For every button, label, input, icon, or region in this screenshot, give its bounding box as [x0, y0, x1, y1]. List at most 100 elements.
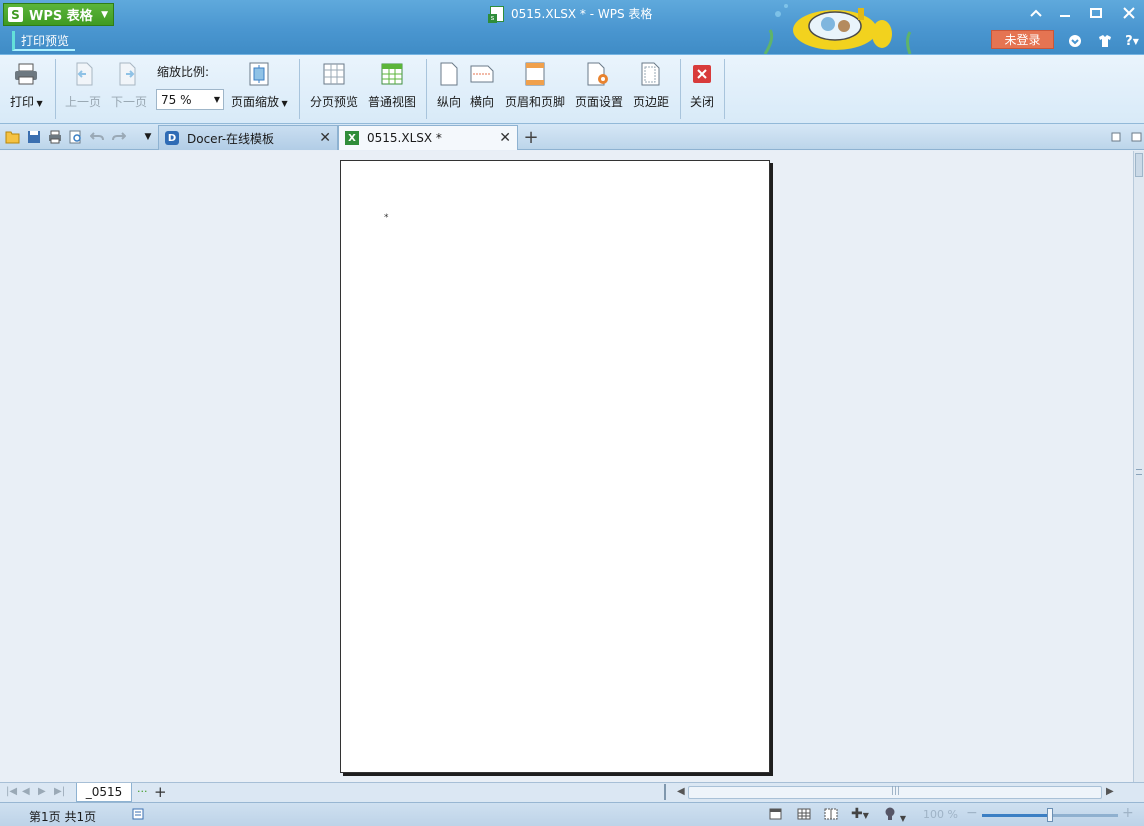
page-break-preview-label: 分页预览 — [310, 95, 359, 109]
more-sheets-icon[interactable]: ··· — [137, 785, 148, 798]
feedback-button[interactable] — [1065, 32, 1085, 50]
title-bar: S WPS 表格 ▼ 打印预览 0515.XLSX * - WPS 表格 未登录 — [0, 0, 1144, 54]
shield-down-icon — [1069, 35, 1081, 47]
portrait-page-icon — [437, 61, 461, 87]
close-preview-button[interactable]: 关闭 — [690, 61, 714, 110]
prev-page-button[interactable]: 上一页 — [65, 61, 101, 110]
close-red-icon — [690, 61, 714, 87]
normal-view-icon — [769, 808, 782, 820]
sheet-tab-bar: |◀ ◀ ▶ ▶| _0515 ··· + ◀ ||| ▶ — [0, 782, 1144, 802]
page-setup-icon — [587, 61, 611, 87]
print-preview-ribbon: 打印 ▼ 上一页 下一页 缩放比例: 75 % ▼ 页面缩放 ▼ 分页预览 普通… — [0, 54, 1144, 124]
minimize-button[interactable] — [1054, 4, 1076, 22]
page-layout-status-button[interactable] — [797, 808, 811, 823]
first-sheet-button[interactable]: |◀ — [6, 786, 17, 797]
sheet-tab-0515[interactable]: _0515 — [76, 783, 132, 802]
tab-docer-templates[interactable]: D Docer-在线模板 ✕ — [158, 125, 338, 150]
page-zoom-button[interactable]: 页面缩放 ▼ — [231, 61, 288, 110]
page-break-preview-icon — [322, 61, 346, 87]
undo-icon — [90, 132, 104, 141]
add-sheet-button[interactable]: + — [154, 783, 167, 801]
print-button[interactable]: 打印 ▼ — [10, 61, 43, 110]
app-menu-button[interactable]: S WPS 表格 ▼ — [3, 3, 114, 26]
help-button[interactable]: ? ▼ — [1122, 32, 1142, 50]
lightbulb-icon — [885, 807, 895, 820]
maximize-icon — [1090, 8, 1102, 18]
close-window-button[interactable] — [1118, 4, 1140, 22]
caret-down-icon: ▼ — [899, 814, 906, 823]
window-icon — [1111, 132, 1121, 142]
quick-access-dropdown[interactable]: ▼ — [140, 129, 156, 145]
normal-view-icon — [380, 61, 404, 87]
document-tab-bar: ▼ D Docer-在线模板 ✕ X 0515.XLSX * ✕ + — [0, 124, 1144, 150]
save-button[interactable] — [26, 129, 42, 145]
page-setup-button[interactable]: 页面设置 — [575, 61, 623, 110]
caret-down-icon: ▼ — [279, 99, 288, 108]
caret-down-icon: ▼ — [213, 95, 221, 104]
last-sheet-button[interactable]: ▶| — [54, 786, 65, 797]
printer-icon — [49, 130, 61, 144]
horizontal-scrollbar[interactable]: ||| — [688, 786, 1102, 799]
undo-button[interactable] — [89, 129, 105, 145]
restore-tab-button[interactable] — [1108, 129, 1124, 145]
quick-print-button[interactable] — [47, 129, 63, 145]
printer-icon — [14, 61, 38, 87]
new-tab-button[interactable]: + — [523, 126, 539, 148]
tab-label: 0515.XLSX * — [367, 131, 442, 145]
portrait-button[interactable]: 纵向 — [437, 61, 461, 110]
login-button[interactable]: 未登录 — [991, 30, 1054, 49]
zoom-ratio-select[interactable]: 75 % ▼ — [156, 89, 224, 110]
window-icon — [1131, 132, 1142, 142]
print-preview-icon — [69, 130, 81, 144]
next-sheet-button[interactable]: ▶ — [38, 786, 46, 797]
header-footer-button[interactable]: 页眉和页脚 — [505, 61, 565, 110]
document-status-button[interactable] — [132, 808, 144, 823]
margins-button[interactable]: 页边距 — [633, 61, 669, 110]
portrait-label: 纵向 — [437, 95, 462, 109]
close-tab-icon[interactable]: ✕ — [499, 130, 511, 146]
normal-view-status-button[interactable] — [769, 808, 782, 823]
open-button[interactable] — [5, 129, 21, 145]
scroll-right-button[interactable]: ▶ — [1106, 786, 1114, 797]
minus-icon: − — [966, 805, 978, 821]
zoom-slider[interactable] — [982, 808, 1118, 822]
scroll-thumb[interactable] — [1135, 153, 1143, 177]
collapse-ribbon-button[interactable] — [1025, 4, 1047, 22]
margins-icon — [639, 61, 663, 87]
separator — [55, 59, 56, 119]
landscape-button[interactable]: 横向 — [470, 61, 494, 110]
close-preview-label: 关闭 — [690, 95, 715, 109]
prev-page-label: 上一页 — [65, 95, 102, 109]
zoom-out-button[interactable]: − — [966, 805, 978, 821]
plus-icon: + — [154, 783, 167, 801]
print-preview-button[interactable] — [68, 129, 84, 145]
page-break-status-button[interactable] — [824, 808, 838, 823]
zoom-options-button[interactable]: ✚▼ — [851, 806, 869, 822]
tab-0515-xlsx[interactable]: X 0515.XLSX * ✕ — [338, 125, 518, 150]
zoom-slider-thumb[interactable] — [1047, 808, 1053, 822]
page-zoom-label: 页面缩放 — [231, 95, 280, 109]
page-content-mark: * — [384, 213, 389, 223]
redo-button[interactable] — [111, 129, 127, 145]
caret-down-icon: ▼ — [862, 811, 869, 820]
vertical-scrollbar[interactable] — [1133, 151, 1144, 782]
caret-down-icon: ▼ — [144, 132, 152, 142]
tab-menu-button[interactable] — [1129, 129, 1144, 145]
skin-button[interactable] — [1095, 32, 1115, 50]
preview-page: * — [340, 160, 770, 773]
plus-icon: + — [523, 126, 539, 148]
close-tab-icon[interactable]: ✕ — [319, 130, 331, 146]
normal-view-button[interactable]: 普通视图 — [368, 61, 416, 110]
prev-sheet-button[interactable]: ◀ — [22, 786, 30, 797]
eye-protection-button[interactable]: ▼ — [884, 807, 906, 824]
splitter-handle[interactable] — [664, 784, 666, 800]
landscape-label: 横向 — [470, 95, 495, 109]
zoom-in-button[interactable]: + — [1122, 805, 1134, 821]
scroll-left-button[interactable]: ◀ — [677, 786, 685, 797]
maximize-button[interactable] — [1085, 4, 1107, 22]
next-page-button[interactable]: 下一页 — [111, 61, 147, 110]
separator — [680, 59, 681, 119]
page-break-preview-button[interactable]: 分页预览 — [310, 61, 358, 110]
tab-print-preview[interactable]: 打印预览 — [12, 31, 76, 51]
separator — [426, 59, 427, 119]
